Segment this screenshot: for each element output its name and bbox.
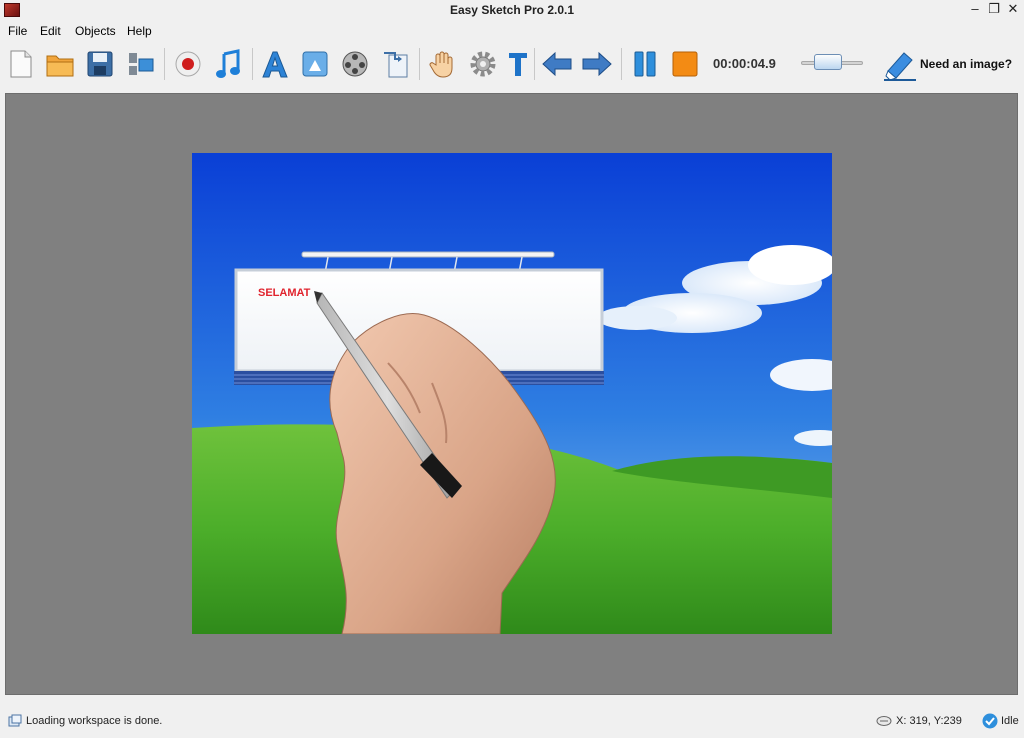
status-message: Loading workspace is done. [26, 715, 163, 727]
status-bar: Loading workspace is done. X: 319, Y:239… [0, 704, 1024, 738]
pause-icon [634, 51, 656, 77]
stop-icon [672, 51, 698, 77]
canvas-stage[interactable]: SELAMAT [192, 153, 832, 634]
checkmark-icon [982, 713, 998, 729]
need-image-button[interactable]: Need an image? [880, 47, 1020, 81]
settings-button[interactable] [466, 46, 500, 82]
playback-timer: 00:00:04.9 [713, 56, 776, 71]
previous-button[interactable] [540, 46, 574, 82]
add-text-button[interactable] [258, 46, 292, 82]
cursor-coordinates: X: 319, Y:239 [896, 715, 962, 727]
billboard-text: SELAMAT [258, 287, 311, 299]
add-image-button[interactable] [298, 46, 332, 82]
record-button[interactable] [171, 46, 205, 82]
mouse-pointer-icon [876, 716, 892, 726]
music-note-icon [216, 49, 240, 78]
menu-bar: File Edit Objects Help [0, 21, 1024, 41]
toolbar-separator [621, 48, 622, 80]
stop-button[interactable] [668, 46, 702, 82]
import-icon [384, 52, 408, 78]
gear-icon [470, 51, 496, 77]
workspace[interactable]: SELAMAT [5, 93, 1018, 695]
toolbar: 00:00:04.9 Need an image? [0, 42, 1024, 88]
image-icon [302, 51, 328, 77]
film-reel-icon [342, 51, 368, 77]
open-button[interactable] [43, 46, 77, 82]
close-button[interactable]: ✕ [1004, 1, 1022, 19]
text-tool-button[interactable] [501, 46, 535, 82]
menu-help[interactable]: Help [127, 24, 152, 38]
hand-tool-button[interactable] [425, 46, 459, 82]
save-button[interactable] [83, 46, 117, 82]
import-button[interactable] [379, 46, 413, 82]
need-image-label: Need an image? [920, 57, 1013, 71]
arrow-left-icon [542, 51, 572, 77]
next-button[interactable] [580, 46, 614, 82]
hand-icon [429, 51, 453, 78]
toolbar-separator [419, 48, 420, 80]
record-icon [175, 51, 201, 77]
menu-edit[interactable]: Edit [40, 24, 61, 38]
new-file-button[interactable] [3, 46, 37, 82]
toolbar-separator [164, 48, 165, 80]
open-folder-icon [46, 55, 74, 77]
export-icon [129, 53, 154, 75]
menu-file[interactable]: File [8, 24, 27, 38]
arrow-right-icon [582, 51, 612, 77]
restore-button[interactable]: ❐ [985, 1, 1003, 19]
zoom-slider-handle[interactable] [814, 54, 842, 70]
toolbar-separator [252, 48, 253, 80]
pause-button[interactable] [628, 46, 662, 82]
window-title: Easy Sketch Pro 2.0.1 [449, 3, 575, 17]
new-file-icon [10, 50, 32, 78]
scene-canvas: SELAMAT [192, 153, 832, 634]
title-bar: Easy Sketch Pro 2.0.1 – ❐ ✕ [0, 0, 1024, 20]
add-video-button[interactable] [338, 46, 372, 82]
save-disk-icon [87, 51, 113, 77]
text-a-icon [262, 51, 288, 78]
toolbar-separator [534, 48, 535, 80]
text-t-icon [509, 53, 527, 76]
status-state: Idle [1001, 715, 1019, 727]
menu-objects[interactable]: Objects [75, 24, 116, 38]
eraser-pencil-icon [884, 52, 916, 81]
music-button[interactable] [211, 46, 245, 82]
export-button[interactable] [123, 46, 157, 82]
windows-icon [8, 714, 22, 727]
minimize-button[interactable]: – [966, 1, 984, 19]
